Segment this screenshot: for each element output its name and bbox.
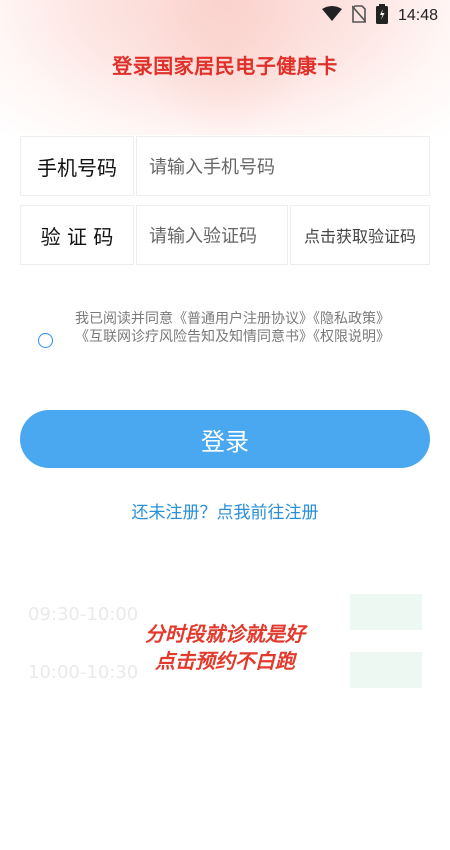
wifi-icon (321, 6, 342, 26)
no-sim-icon (351, 5, 367, 27)
login-button[interactable]: 登录 (20, 410, 430, 468)
agreement-text[interactable]: 我已阅读并同意《普通用户注册协议》《隐私政策》《互联网诊疗风险告知及知情同意书》… (75, 310, 405, 348)
register-link[interactable]: 还未注册？点我前往注册 (0, 498, 450, 523)
battery-icon (375, 4, 388, 28)
get-code-button[interactable]: 点击获取验证码 (290, 205, 430, 265)
agreement-radio[interactable] (38, 333, 53, 348)
status-bar: 14:48 (310, 0, 450, 32)
promo-line-2[interactable]: 点击预约不白跑 (0, 645, 450, 674)
promo-line-1[interactable]: 分时段就诊就是好 (0, 618, 450, 647)
code-label: 验 证 码 (20, 205, 134, 265)
code-input[interactable]: 请输入验证码 (136, 205, 288, 265)
page-title: 登录国家居民电子健康卡 (112, 54, 338, 78)
phone-input[interactable]: 请输入手机号码 (136, 136, 430, 196)
phone-row: 手机号码 请输入手机号码 (20, 136, 430, 196)
code-row: 验 证 码 请输入验证码 点击获取验证码 (20, 205, 430, 265)
phone-label: 手机号码 (20, 136, 134, 196)
agreement-section: 我已阅读并同意《普通用户注册协议》《隐私政策》《互联网诊疗风险告知及知情同意书》… (38, 310, 428, 348)
status-time: 14:48 (397, 7, 438, 24)
